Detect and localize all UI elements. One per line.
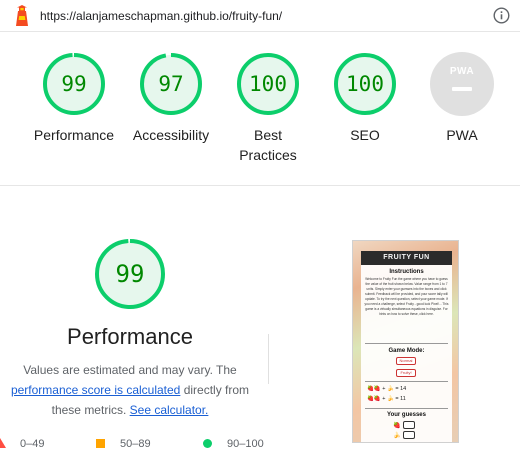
thumb-divider-2 bbox=[365, 381, 448, 382]
performance-description: Values are estimated and may vary. The p… bbox=[0, 360, 260, 420]
seo-label: SEO bbox=[350, 127, 380, 143]
legend-pass-range: 90–100 bbox=[227, 438, 264, 450]
pwa-badge: PWA bbox=[430, 52, 494, 116]
score-legend: 0–49 50–89 90–100 bbox=[0, 436, 300, 452]
section-divider bbox=[0, 185, 520, 186]
instructions-heading: Instructions bbox=[389, 269, 424, 275]
seo-score: 100 bbox=[346, 72, 384, 96]
green-circle-icon bbox=[203, 439, 212, 448]
performance-title: Performance bbox=[67, 324, 193, 349]
pwa-label: PWA bbox=[446, 127, 478, 143]
score-calculated-link[interactable]: performance score is calculated bbox=[11, 383, 180, 397]
thumb-divider-3 bbox=[365, 408, 448, 409]
best-practices-score-ring: 100 bbox=[236, 52, 300, 116]
performance-score-ring: 99 bbox=[42, 52, 106, 116]
gauge-accessibility[interactable]: 97 Accessibility bbox=[126, 52, 216, 145]
accessibility-score-ring: 97 bbox=[139, 52, 203, 116]
gauge-seo[interactable]: 100 SEO bbox=[320, 52, 410, 145]
gauge-best-practices[interactable]: 100 Best Practices bbox=[223, 52, 313, 165]
performance-big-score: 99 bbox=[115, 260, 145, 288]
your-guesses-heading: Your guesses bbox=[387, 412, 426, 418]
orange-square-icon bbox=[96, 439, 105, 448]
instructions-text: Welcome to Fruity Fun the game where you… bbox=[364, 277, 449, 316]
thumb-divider-1 bbox=[365, 343, 448, 344]
normal-mode-button[interactable]: Normal bbox=[396, 357, 416, 365]
strawberry-icon: 🍓 bbox=[393, 423, 401, 429]
game-header: FRUITY FUN bbox=[361, 251, 452, 265]
game-mode-heading: Game Mode: bbox=[388, 348, 425, 354]
equation-1: 🍓🍓 + 🍌 = 14 bbox=[367, 386, 407, 392]
accessibility-score: 97 bbox=[158, 72, 184, 96]
see-calculator-link[interactable]: See calculator. bbox=[130, 403, 209, 417]
red-triangle-icon bbox=[0, 438, 6, 448]
final-screenshot-thumbnail[interactable]: FRUITY FUN Instructions Welcome to Fruit… bbox=[352, 240, 459, 443]
pwa-badge-text: PWA bbox=[449, 66, 475, 77]
best-practices-score: 100 bbox=[249, 72, 287, 96]
accessibility-label: Accessibility bbox=[132, 127, 210, 143]
gauge-performance[interactable]: 99 Performance bbox=[29, 52, 119, 145]
vertical-separator bbox=[268, 334, 269, 384]
gauge-pwa[interactable]: PWA PWA bbox=[417, 52, 507, 145]
performance-big-gauge: 99 bbox=[94, 238, 166, 310]
equation-2: 🍓🍓 + 🍌 = 11 bbox=[367, 396, 406, 402]
info-circle-icon[interactable] bbox=[493, 7, 510, 24]
best-practices-label: Best Practices bbox=[239, 127, 297, 163]
banana-icon: 🍌 bbox=[393, 433, 401, 439]
performance-score: 99 bbox=[61, 72, 87, 96]
page-url[interactable]: https://alanjameschapman.github.io/fruit… bbox=[40, 9, 282, 23]
seo-score-ring: 100 bbox=[333, 52, 397, 116]
fruity-mode-button[interactable]: Fruity! bbox=[396, 369, 416, 377]
guess-input-2[interactable] bbox=[403, 431, 415, 439]
url-bar: https://alanjameschapman.github.io/fruit… bbox=[0, 0, 520, 32]
desc-prefix: Values are estimated and may vary. The bbox=[23, 363, 237, 377]
legend-fail-range: 0–49 bbox=[20, 438, 45, 450]
pwa-dash-icon bbox=[452, 87, 472, 91]
performance-label: Performance bbox=[33, 127, 115, 143]
legend-average-range: 50–89 bbox=[120, 438, 151, 450]
lighthouse-icon bbox=[16, 5, 28, 26]
guess-input-1[interactable] bbox=[403, 421, 415, 429]
category-gauges: 99 Performance 97 Accessibility 100 Best… bbox=[0, 32, 520, 184]
